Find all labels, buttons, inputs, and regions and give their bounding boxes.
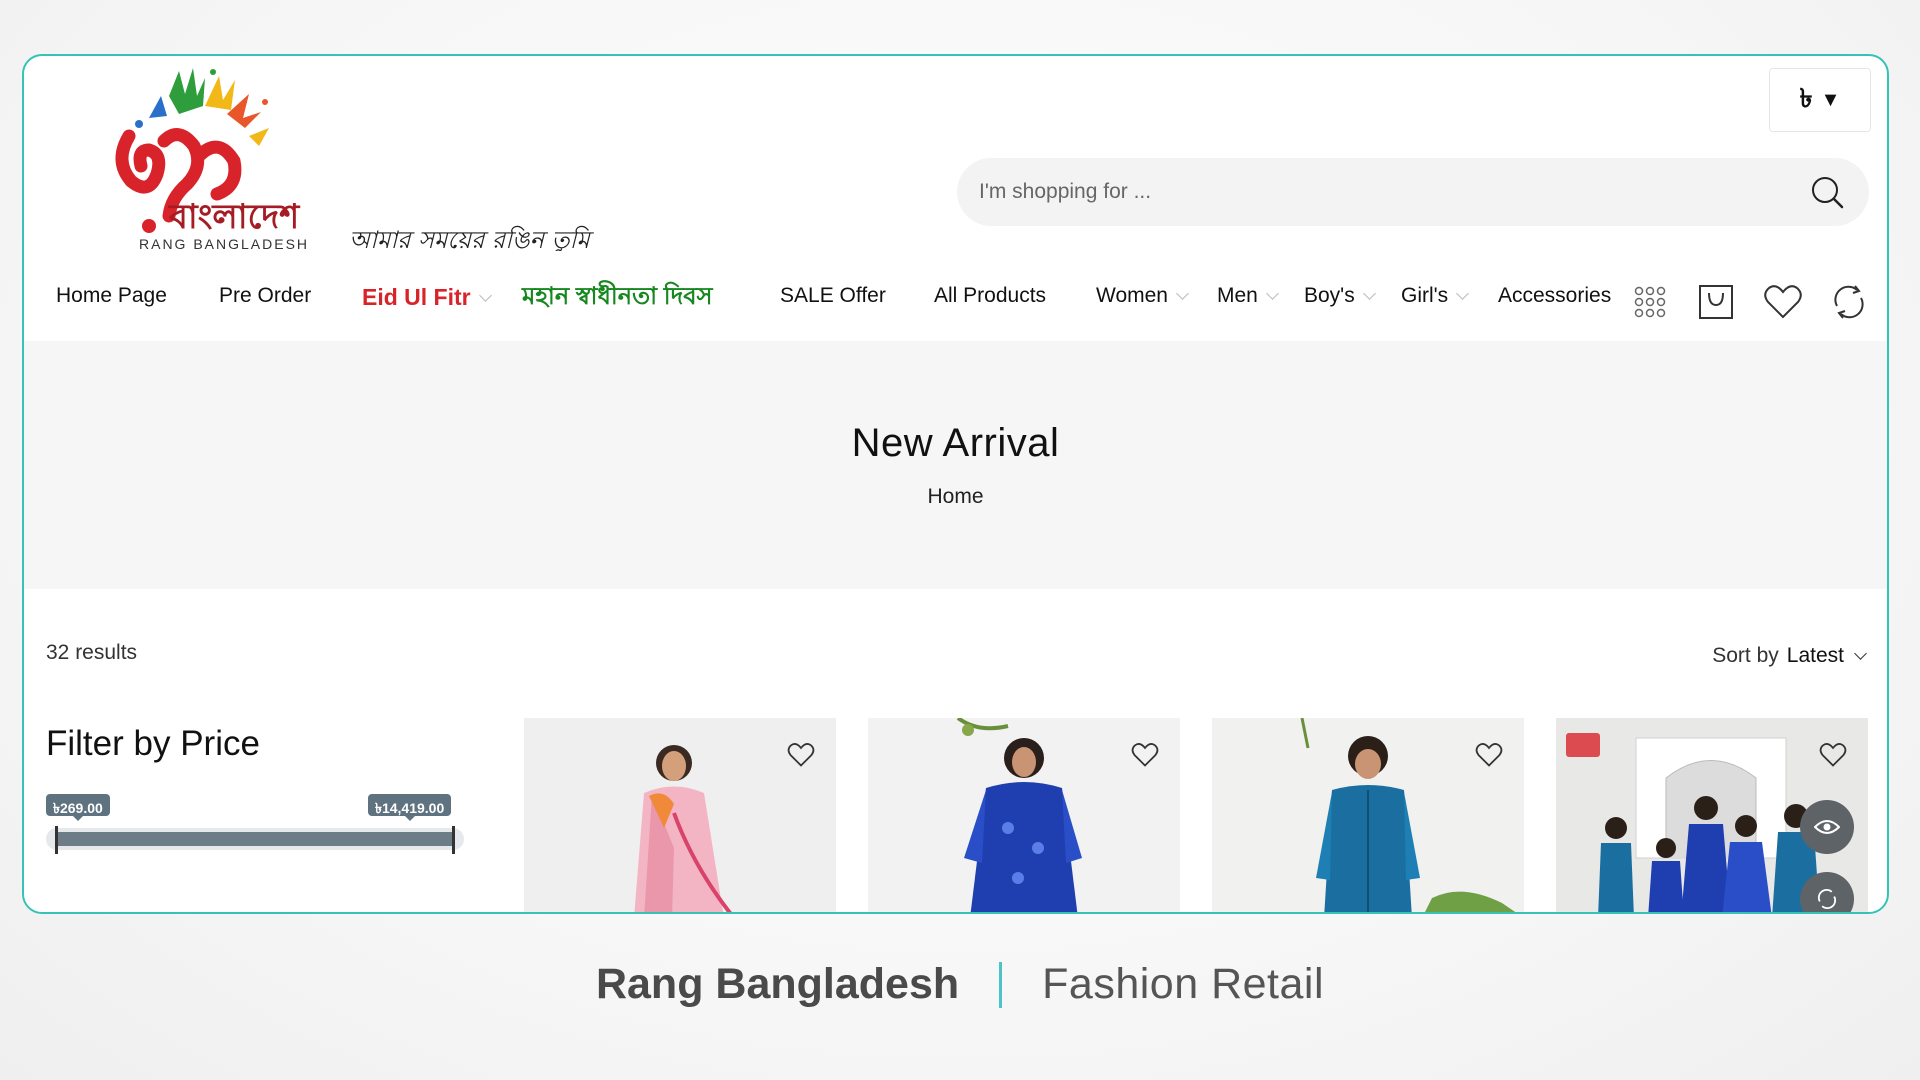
add-to-wishlist-icon[interactable] — [1816, 738, 1850, 772]
showcase-caption: Rang Bangladesh Fashion Retail — [0, 960, 1920, 1009]
sort-label: Sort by — [1712, 644, 1779, 667]
product-card-blue-kameez[interactable] — [868, 718, 1180, 912]
nav-sale-offer[interactable]: SALE Offer — [780, 284, 886, 308]
max-price-tag: ৳14,419.00 — [368, 794, 452, 821]
svg-text:বাংলাদেশ: বাংলাদেশ — [168, 197, 301, 237]
add-to-wishlist-icon[interactable] — [784, 738, 818, 772]
nav-men[interactable]: Men — [1217, 284, 1279, 308]
nav-boys[interactable]: Boy's — [1304, 284, 1376, 308]
compare-icon — [1817, 888, 1837, 910]
compare-icon[interactable] — [1827, 280, 1871, 324]
sort-dropdown[interactable]: Sort by Latest — [1712, 644, 1867, 668]
caption-tag: Fashion Retail — [1042, 960, 1325, 1008]
eye-icon — [1814, 820, 1840, 834]
chevron-down-icon — [478, 288, 492, 302]
chevron-down-icon — [1176, 287, 1189, 300]
wishlist-icon[interactable] — [1761, 280, 1805, 324]
page-banner: New Arrival Home — [24, 341, 1887, 589]
search-icon[interactable] — [1807, 172, 1847, 212]
min-price-handle[interactable] — [55, 826, 58, 854]
add-to-wishlist-icon[interactable] — [1128, 738, 1162, 772]
search-input[interactable] — [979, 180, 1807, 204]
caption-divider — [999, 961, 1003, 1008]
main-nav: Home Page Pre Order Eid Ul Fitr মহান স্ব… — [24, 266, 1887, 336]
currency-switcher[interactable]: ৳ ▼ — [1769, 68, 1871, 132]
results-count: 32 results — [46, 641, 138, 664]
nav-girls[interactable]: Girl's — [1401, 284, 1470, 308]
rang-bangladesh-logo[interactable]: বাংলাদেশ RANG BANGLADESH আমার সময়ের রঙি… — [109, 66, 609, 251]
chevron-down-icon — [1456, 287, 1470, 300]
grid-menu-icon[interactable] — [1628, 280, 1672, 324]
caret-down-icon: ▼ — [1820, 88, 1841, 111]
chevron-down-icon — [1854, 647, 1867, 660]
nav-eid-ul-fitr[interactable]: Eid Ul Fitr — [362, 284, 492, 311]
nav-independence-day[interactable]: মহান স্বাধীনতা দিবস — [522, 278, 712, 318]
add-to-wishlist-icon[interactable] — [1472, 738, 1506, 772]
caption-brand: Rang Bangladesh — [595, 960, 960, 1008]
filter-title: Filter by Price — [46, 724, 260, 763]
min-price-tag: ৳269.00 — [46, 794, 110, 821]
product-card-family-set[interactable] — [1556, 718, 1868, 912]
svg-text:RANG BANGLADESH: RANG BANGLADESH — [139, 236, 309, 251]
nav-women[interactable]: Women — [1096, 284, 1189, 308]
nav-accessories[interactable]: Accessories — [1498, 284, 1611, 308]
page-title: New Arrival — [851, 421, 1060, 465]
nav-all-products[interactable]: All Products — [934, 284, 1046, 308]
product-card-boys-panjabi[interactable] — [1212, 718, 1524, 912]
chevron-down-icon — [1265, 287, 1279, 300]
max-price-handle[interactable] — [452, 826, 455, 854]
nav-pre-order[interactable]: Pre Order — [219, 284, 311, 308]
search-bar[interactable] — [957, 158, 1869, 226]
svg-text:আমার সময়ের রঙিন তুমি: আমার সময়ের রঙিন তুমি — [349, 225, 594, 251]
browser-frame: বাংলাদেশ RANG BANGLADESH আমার সময়ের রঙি… — [22, 54, 1889, 914]
product-card-saree[interactable] — [524, 718, 836, 912]
currency-symbol: ৳ — [1799, 83, 1813, 113]
nav-home-page[interactable]: Home Page — [56, 284, 167, 308]
price-slider-range — [56, 832, 454, 846]
quick-view-button[interactable] — [1800, 800, 1854, 854]
cart-icon[interactable] — [1694, 280, 1738, 324]
sort-value: Latest — [1786, 644, 1844, 667]
chevron-down-icon — [1362, 287, 1376, 300]
breadcrumb-home[interactable]: Home — [24, 485, 1887, 509]
